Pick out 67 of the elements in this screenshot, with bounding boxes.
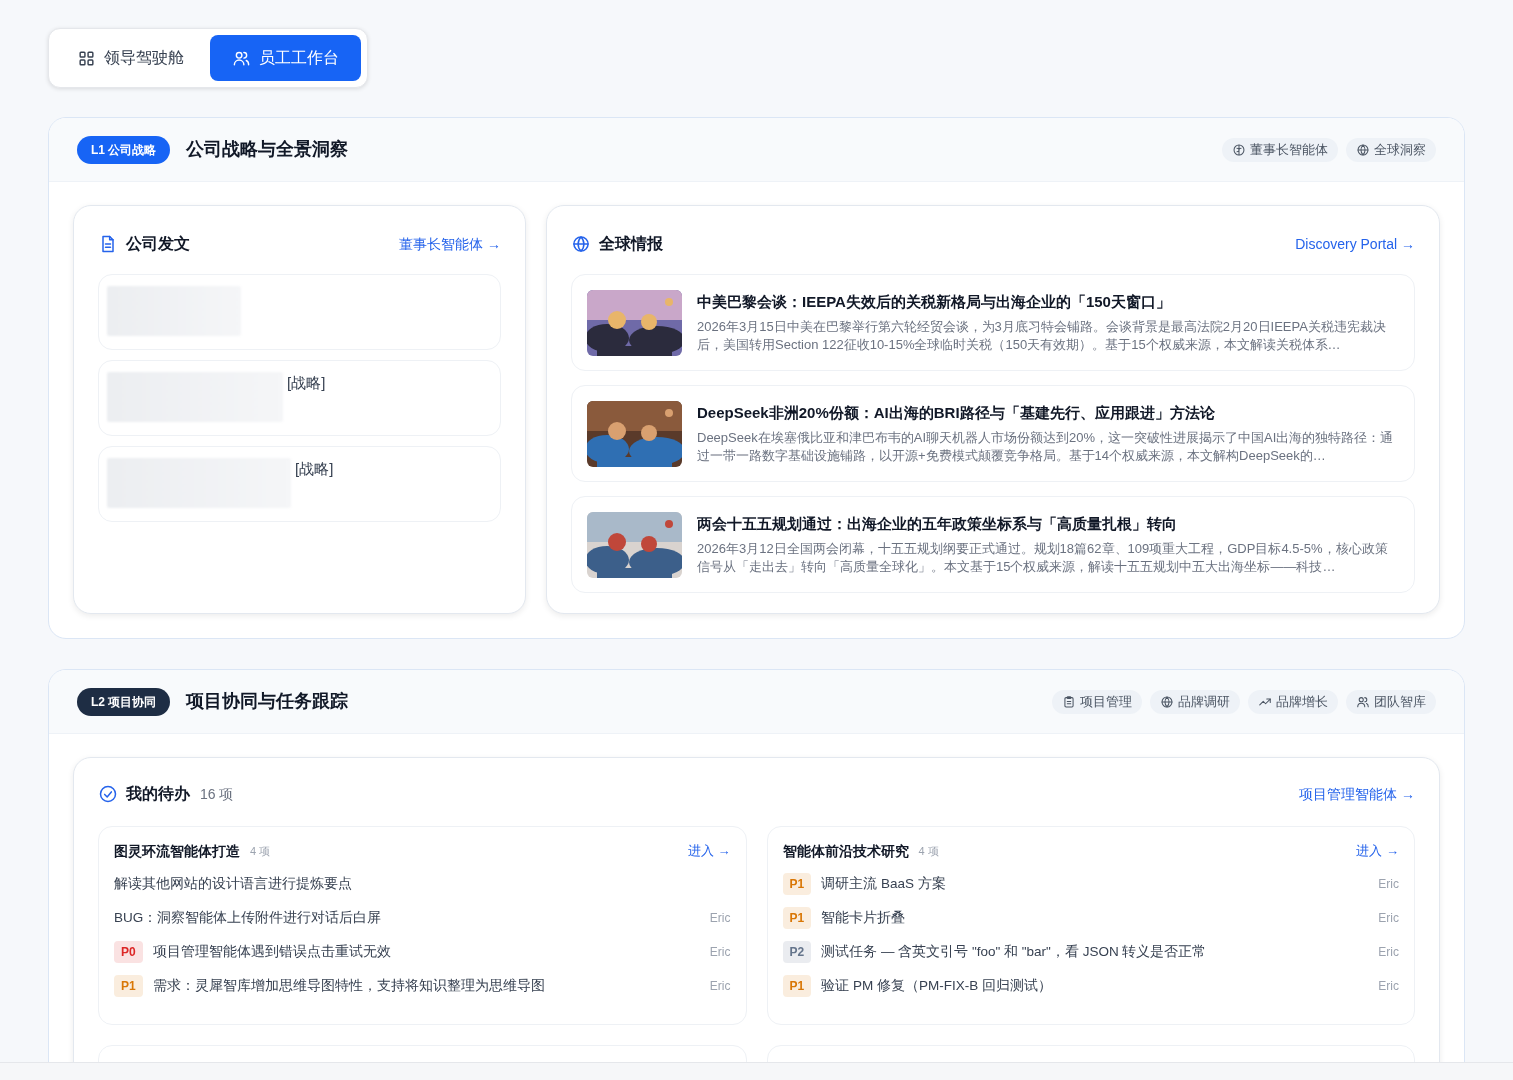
item-count: 4 项	[250, 843, 271, 859]
assignee: Eric	[1378, 910, 1399, 927]
section-title: 项目协同与任务跟踪	[186, 690, 349, 713]
section-title: 公司战略与全景洞察	[186, 138, 349, 161]
priority-tag: P2	[782, 941, 812, 963]
check-circle-icon	[98, 784, 118, 804]
document-item[interactable]: [战略]	[98, 446, 501, 522]
project-name: 智能体前沿技术研究	[782, 841, 909, 861]
brain-icon	[1232, 142, 1246, 157]
priority-tag: P1	[782, 975, 812, 997]
agent-chip[interactable]: 团队智库	[1346, 689, 1436, 714]
enter-link[interactable]: 进入 →	[687, 841, 731, 861]
card-title: 全球情报	[599, 234, 663, 254]
globe-icon	[1356, 142, 1370, 157]
news-title: DeepSeek非洲20%份额：AI出海的BRI路径与「基建先行、应用跟进」方法论	[697, 402, 1216, 423]
card-link[interactable]: 董事长智能体 →	[399, 233, 501, 255]
globe-icon	[571, 234, 591, 254]
task-title[interactable]: 调研主流 BaaS 方案	[821, 873, 946, 895]
news-summary: 2026年3月12日全国两会闭幕，十五五规划纲要正式通过。规划18篇62章、109项重大工程，GDP目标4.5-5%，核心政策信号从「走出去」转向「高质量全球化」。本文基于15个权威来源，解读十五五规划中五大出海坐标——科技…	[697, 539, 1389, 576]
news-summary: DeepSeek在埃塞俄比亚和津巴布韦的AI聊天机器人市场份额达到20%，这一突破性进展揭示了中国AI出海的独特路径：通过一带一路数字基础设施铺路，以开源+免费模式颠覆竞争格局。基于14个权威来源，本文解构DeepSeek的…	[697, 428, 1395, 465]
view-tab[interactable]: 领导驾驶舱	[55, 35, 206, 81]
news-title: 中美巴黎会谈：IEEPA失效后的关税新格局与出海企业的「150天窗口」	[697, 291, 1172, 312]
project-name: 图灵环流智能体打造	[114, 841, 240, 861]
view-tab[interactable]: 员工工作台	[210, 35, 361, 81]
priority-tag: P1	[782, 907, 812, 929]
task-title[interactable]: 智能卡片折叠	[821, 907, 906, 929]
grid-icon	[77, 48, 96, 68]
news-item[interactable]: 两会十五五规划通过：出海企业的五年政策坐标系与「高质量扎根」转向 2026年3月12日全国两会闭幕，十五五规划纲要正式通过。规划18篇62章、109项重大工程，GDP目标4.5-5%，核心政策信号从「走出去」转向「高质量全球化」。本文基于15个权威来源，解读十五五规划中五大出海坐标——科技…	[571, 496, 1415, 593]
globe-icon	[1160, 694, 1174, 709]
task-title[interactable]: 解读其他网站的设计语言进行提炼要点	[114, 873, 352, 895]
section-badge: L1 公司战略	[77, 135, 171, 164]
agent-chip[interactable]: 项目管理	[1052, 689, 1142, 714]
agent-chip[interactable]: 全球洞察	[1346, 137, 1436, 162]
news-item[interactable]: DeepSeek非洲20%份额：AI出海的BRI路径与「基建先行、应用跟进」方法论 DeepSeek在埃塞俄比亚和津巴布韦的AI聊天机器人市场份额达到20%，这一突破性进展揭示了中国AI出海的独特路径：通过一带一路数字基础设施铺路，以开源+免费模式颠覆竞争格局。基于14个权威来源，本文解构DeepSeek的…	[571, 385, 1415, 482]
card-link[interactable]: Discovery Portal →	[1295, 233, 1415, 255]
item-count: 16 项	[200, 784, 234, 804]
document-item[interactable]: [战略]	[98, 360, 501, 436]
task-title[interactable]: 项目管理智能体遇到错误点击重试无效	[152, 941, 391, 963]
enter-link[interactable]: 进入 →	[1356, 841, 1399, 861]
agent-chip[interactable]: 品牌调研	[1150, 689, 1240, 714]
task-title[interactable]: BUG：洞察智能体上传附件进行对话后白屏	[114, 907, 382, 929]
assignee: Eric	[709, 910, 731, 927]
assignee: Eric	[709, 944, 731, 961]
people-icon	[1356, 694, 1370, 709]
agent-chip[interactable]: 董事长智能体	[1222, 137, 1338, 162]
task-title[interactable]: 需求：灵犀智库增加思维导图特性，支持将知识整理为思维导图	[152, 975, 545, 997]
priority-tag: P0	[114, 941, 143, 963]
news-title: 两会十五五规划通过：出海企业的五年政策坐标系与「高质量扎根」转向	[697, 513, 1178, 534]
news-summary: 2026年3月15日中美在巴黎举行第六轮经贸会谈，为3月底习特会铺路。会谈背景是最高法院2月20日IEEPA关税违宪裁决后，美国转用Section 122征收10-15%全球临时关税（150天有效期）。基于15个权威来源，本文解读关税体系…	[697, 317, 1387, 354]
assignee: Eric	[1378, 944, 1399, 961]
agent-chip[interactable]: 品牌增长	[1248, 689, 1338, 714]
priority-tag: P1	[114, 975, 143, 997]
assignee: Eric	[1378, 978, 1399, 995]
clipboard-icon	[1062, 694, 1076, 709]
assignee: Eric	[709, 978, 731, 995]
task-title[interactable]: 测试任务 — 含英文引号 "foo" 和 "bar"，看 JSON 转义是否正常	[821, 941, 1207, 963]
assignee: Eric	[1378, 876, 1399, 893]
card-title: 公司发文	[126, 234, 190, 254]
document-tag: [战略]	[295, 458, 334, 481]
document-tag: [战略]	[287, 372, 326, 395]
priority-tag: P1	[782, 873, 812, 895]
news-item[interactable]: 中美巴黎会谈：IEEPA失效后的关税新格局与出海企业的「150天窗口」 2026年3月15日中美在巴黎举行第六轮经贸会谈，为3月底习特会铺路。会谈背景是最高法院2月20日IEEPA关税违宪裁决后，美国转用Section 122征收10-15%全球临时关税（150天有效期）。基于15个权威来源，本文解读关税体系…	[571, 274, 1415, 371]
card-link[interactable]: 项目管理智能体 →	[1299, 783, 1415, 805]
item-count: 4 项	[918, 843, 939, 859]
task-title[interactable]: 验证 PM 修复（PM-FIX-B 回归测试）	[821, 975, 1052, 997]
card-title: 我的待办	[126, 784, 190, 804]
section-badge: L2 项目协同	[77, 687, 171, 716]
